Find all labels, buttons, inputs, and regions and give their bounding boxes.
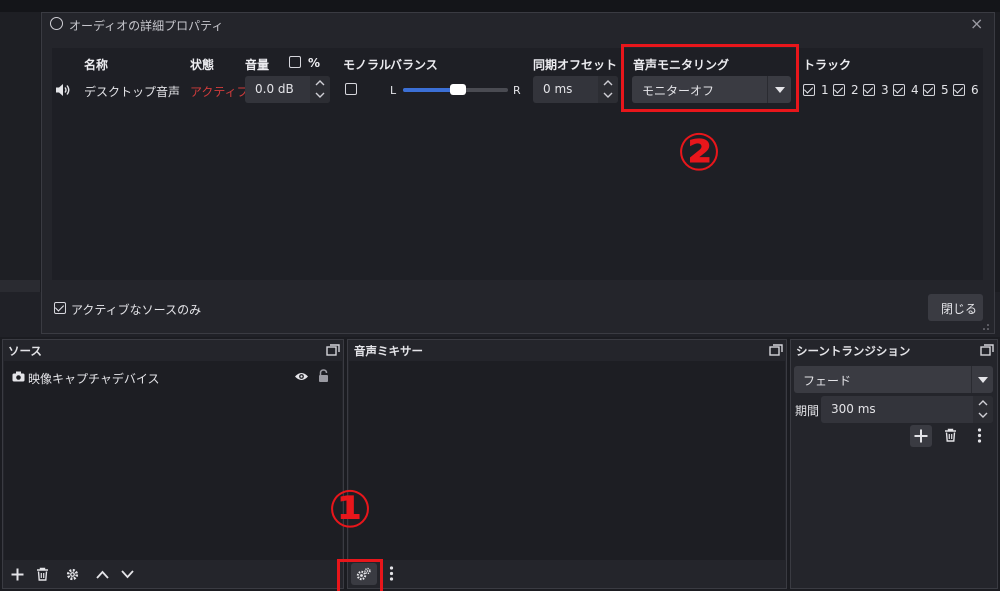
add-icon[interactable]: [11, 568, 24, 581]
eye-icon[interactable]: [294, 371, 309, 382]
trash-icon[interactable]: [944, 428, 957, 442]
add-icon: [914, 429, 928, 443]
track-3-toggle[interactable]: 3: [863, 83, 891, 97]
highlight-box-monitoring: [621, 44, 799, 112]
track-label: 5: [941, 83, 949, 97]
status-badge: アクティブ: [190, 85, 249, 99]
track-checkbox[interactable]: [893, 84, 905, 96]
close-button-label: 閉じる: [941, 302, 978, 316]
track-checkbox[interactable]: [863, 84, 875, 96]
track-1-toggle[interactable]: 1: [803, 83, 831, 97]
header-mono: モノラル: [343, 58, 392, 72]
sources-title: ソース: [8, 344, 42, 358]
volume-spinbox[interactable]: 0.0 dB: [245, 76, 330, 103]
sync-offset-value: 0 ms: [543, 82, 573, 96]
transition-value: フェード: [803, 374, 852, 388]
preview-area: [0, 12, 40, 280]
balance-left-label: L: [390, 84, 397, 97]
source-name: デスクトップ音声: [84, 85, 181, 99]
chevron-down-icon[interactable]: [978, 412, 988, 419]
lock-icon[interactable]: [318, 369, 329, 383]
header-name: 名称: [84, 58, 109, 72]
source-item-label: 映像キャプチャデバイス: [28, 372, 160, 386]
track-label: 1: [821, 83, 829, 97]
sync-offset-spinbox[interactable]: 0 ms: [533, 76, 618, 103]
move-down-icon[interactable]: [121, 570, 134, 579]
caret-down-icon: [978, 377, 988, 383]
volume-value: 0.0 dB: [255, 82, 294, 96]
annotation-number-1: ①: [328, 480, 373, 540]
annotation-number-2: ②: [677, 123, 722, 183]
duration-label: 期間: [795, 404, 820, 418]
obs-logo-icon: [50, 17, 63, 30]
balance-slider-handle[interactable]: [449, 84, 466, 95]
dock-float-icon[interactable]: [326, 344, 340, 356]
move-up-icon[interactable]: [96, 570, 109, 579]
chevron-down-icon[interactable]: [603, 92, 613, 99]
dock-float-icon[interactable]: [769, 344, 783, 356]
status-strip: [0, 280, 40, 292]
audio-mixer-area: [349, 361, 785, 560]
more-options-icon[interactable]: [977, 428, 982, 443]
balance-right-label: R: [513, 84, 521, 97]
dock-float-icon[interactable]: [980, 344, 994, 356]
header-status: 状態: [190, 58, 215, 72]
track-checkbox[interactable]: [833, 84, 845, 96]
more-options-icon[interactable]: [389, 566, 394, 581]
duration-value: 300 ms: [831, 402, 876, 416]
resize-grip-icon[interactable]: [982, 323, 990, 331]
trash-icon[interactable]: [36, 567, 49, 581]
chevron-up-icon[interactable]: [315, 79, 325, 86]
gear-icon[interactable]: [66, 568, 79, 581]
track-2-toggle[interactable]: 2: [833, 83, 861, 97]
transition-dropdown[interactable]: フェード: [794, 366, 993, 393]
mono-checkbox[interactable]: [345, 83, 357, 95]
dropdown-button[interactable]: [971, 366, 993, 393]
track-5-toggle[interactable]: 5: [923, 83, 951, 97]
header-tracks: トラック: [803, 58, 852, 72]
close-icon[interactable]: ×: [970, 14, 983, 33]
sync-offset-stepper[interactable]: [598, 76, 618, 103]
audio-mixer-title: 音声ミキサー: [354, 344, 423, 358]
chevron-up-icon[interactable]: [603, 79, 613, 86]
scene-transitions-title: シーントランジション: [796, 344, 911, 358]
track-label: 2: [851, 83, 859, 97]
track-checkbox[interactable]: [803, 84, 815, 96]
track-label: 6: [971, 83, 979, 97]
sources-list: [4, 361, 342, 560]
close-button[interactable]: 閉じる: [928, 294, 983, 321]
active-only-label: アクティブなソースのみ: [71, 303, 202, 317]
chevron-down-icon[interactable]: [315, 92, 325, 99]
volume-stepper[interactable]: [310, 76, 330, 103]
speaker-icon: [56, 84, 70, 96]
track-label: 3: [881, 83, 889, 97]
header-sync-offset: 同期オフセット: [533, 58, 618, 72]
highlight-box-button: [337, 559, 383, 591]
track-label: 4: [911, 83, 919, 97]
track-checkbox[interactable]: [953, 84, 965, 96]
percent-checkbox[interactable]: [289, 56, 301, 68]
track-6-toggle[interactable]: 6: [953, 83, 981, 97]
camera-icon: [12, 371, 25, 382]
add-transition-button[interactable]: [910, 425, 932, 447]
dialog-title: オーディオの詳細プロパティ: [69, 19, 224, 33]
active-only-checkbox[interactable]: [54, 302, 66, 314]
duration-spinbox[interactable]: 300 ms: [821, 396, 993, 423]
header-percent: %: [308, 56, 321, 70]
duration-stepper[interactable]: [973, 396, 993, 423]
header-volume: 音量: [245, 58, 270, 72]
chevron-up-icon[interactable]: [978, 399, 988, 406]
track-checkbox[interactable]: [923, 84, 935, 96]
header-balance: バランス: [390, 58, 438, 72]
list-item[interactable]: 映像キャプチャデバイス: [4, 367, 342, 389]
track-checkboxes: 1 2 3 4 5 6: [803, 83, 983, 97]
top-bar: [0, 0, 1000, 12]
track-4-toggle[interactable]: 4: [893, 83, 921, 97]
